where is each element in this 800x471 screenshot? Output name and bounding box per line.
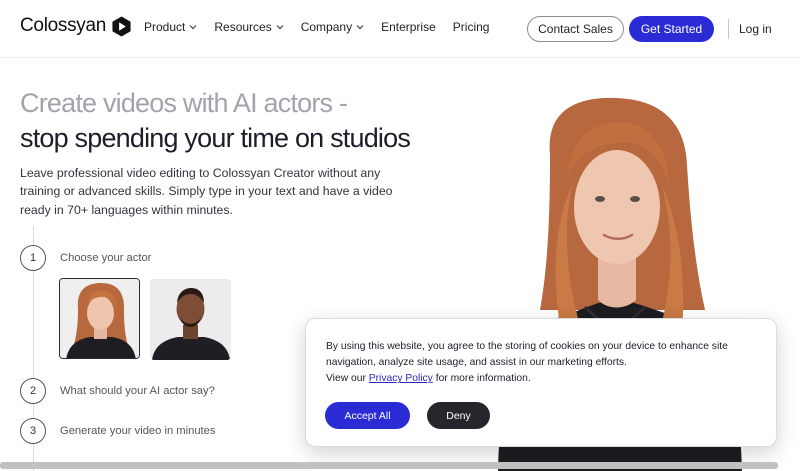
step-label-generate-video: Generate your video in minutes — [60, 425, 216, 437]
nav-item-resources[interactable]: Resources — [214, 20, 284, 34]
chevron-down-icon — [189, 25, 197, 30]
login-link[interactable]: Log in — [739, 22, 772, 36]
nav-item-company[interactable]: Company — [301, 20, 364, 34]
nav-item-label: Product — [144, 20, 186, 34]
actor-man-thumbnail — [150, 279, 231, 360]
nav-item-label: Company — [300, 20, 353, 34]
deny-button[interactable]: Deny — [427, 402, 490, 429]
step-label-actor-say: What should your AI actor say? — [60, 385, 215, 397]
step-number-1: 1 — [20, 245, 46, 271]
chevron-down-icon — [356, 25, 364, 30]
play-logo-icon — [112, 15, 131, 37]
step-number-2: 2 — [20, 378, 46, 404]
colossyan-logo[interactable]: Colossyan — [20, 15, 132, 37]
cookie-consent-banner: By using this website, you agree to the … — [305, 318, 777, 447]
cookie-message: By using this website, you agree to the … — [326, 341, 728, 369]
step-label-choose-actor: Choose your actor — [60, 252, 152, 264]
nav-divider — [728, 19, 729, 39]
actor-card-woman[interactable] — [59, 278, 140, 359]
top-navigation-bar: Colossyan Product Resources Company Ente… — [0, 0, 800, 58]
logo-text: Colossyan — [20, 15, 107, 36]
chevron-down-icon — [276, 25, 284, 30]
main-nav: Product Resources Company Enterprise Pri… — [144, 20, 489, 34]
cookie-privacy-line: View our Privacy Policy for more informa… — [326, 371, 766, 387]
hero-title-line-1: Create videos with AI actors - — [20, 88, 348, 118]
get-started-button[interactable]: Get Started — [629, 16, 714, 42]
hero-title-line-2: stop spending your time on studios — [20, 123, 411, 153]
actor-card-man[interactable] — [150, 279, 231, 360]
contact-sales-button[interactable]: Contact Sales — [527, 16, 624, 42]
privacy-policy-link[interactable]: Privacy Policy — [369, 373, 433, 384]
step-number-3: 3 — [20, 418, 46, 444]
cookie-view-prefix: View our — [326, 373, 369, 385]
cookie-view-suffix: for more information. — [432, 373, 531, 385]
hero-description: Leave professional video editing to Colo… — [20, 166, 393, 217]
horizontal-scrollbar[interactable] — [0, 462, 778, 469]
nav-item-product[interactable]: Product — [144, 20, 197, 34]
nav-item-pricing[interactable]: Pricing — [453, 20, 490, 34]
nav-item-label: Pricing — [452, 20, 490, 34]
cookie-text-block: By using this website, you agree to the … — [326, 339, 766, 388]
nav-item-label: Enterprise — [381, 20, 436, 34]
actor-woman-thumbnail — [60, 279, 139, 358]
nav-item-label: Resources — [214, 20, 272, 34]
nav-item-enterprise[interactable]: Enterprise — [381, 20, 436, 34]
accept-all-button[interactable]: Accept All — [325, 402, 410, 429]
